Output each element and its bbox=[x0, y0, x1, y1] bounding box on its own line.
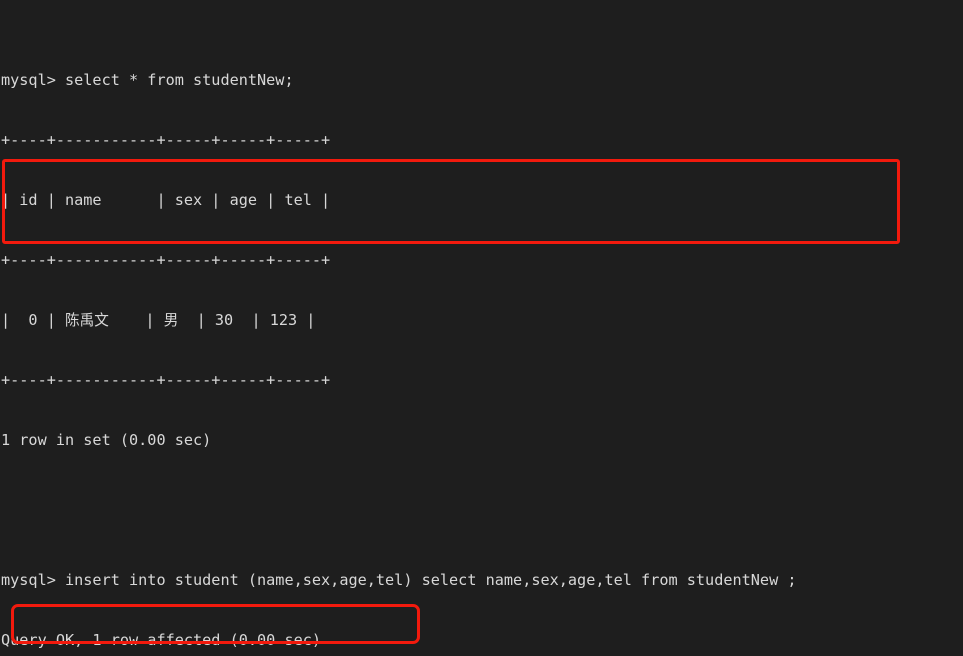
query-ok-status: Query OK, 1 row affected (0.00 sec) bbox=[1, 631, 322, 649]
table-row: | 0 | 陈禹文 | 男 | 30 | 123 | bbox=[1, 310, 963, 330]
table-separator: +----+-----------+-----+-----+-----+ bbox=[1, 251, 331, 269]
result-status: 1 row in set (0.00 sec) bbox=[1, 431, 212, 449]
command-line-select-studentnew-1: mysql> select * from studentNew; bbox=[1, 71, 294, 89]
table-separator: +----+-----------+-----+-----+-----+ bbox=[1, 371, 331, 389]
table-separator: +----+-----------+-----+-----+-----+ bbox=[1, 131, 331, 149]
terminal-output[interactable]: mysql> select * from studentNew; +----+-… bbox=[0, 0, 963, 656]
command-line-insert-select: mysql> insert into student (name,sex,age… bbox=[1, 571, 797, 589]
table-header-row: | id | name | sex | age | tel | bbox=[1, 191, 331, 209]
cell-sex: 男 bbox=[163, 312, 179, 329]
row-suffix: | 30 | 123 | bbox=[178, 311, 316, 329]
cell-name: 陈禹文 bbox=[65, 312, 109, 329]
row-prefix: | 0 | bbox=[1, 311, 66, 329]
row-mid: | bbox=[108, 311, 164, 329]
